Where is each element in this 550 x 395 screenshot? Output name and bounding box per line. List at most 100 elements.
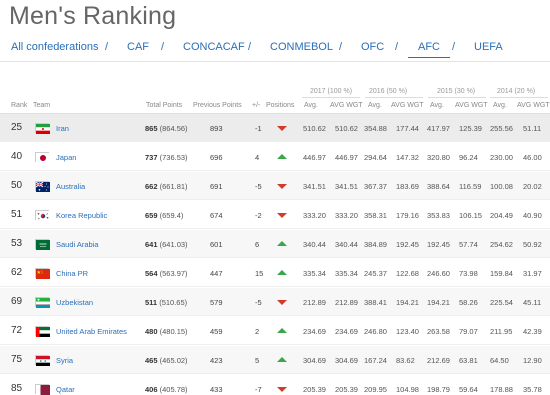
header-2017-avg: Avg. <box>304 102 318 109</box>
tab-all-confederations[interactable]: All confederations <box>11 41 98 53</box>
avg-wgt-2017-cell: 341.51 <box>335 182 358 191</box>
avg-2017-cell: 335.34 <box>303 269 326 278</box>
team-link[interactable]: Iran <box>56 124 69 133</box>
header-2014-avg-wgt: AVG WGT <box>517 102 550 109</box>
total-points-exact: (641.03) <box>159 240 188 249</box>
plus-minus-cell: -7 <box>255 385 262 394</box>
avg-wgt-2016-cell: 104.98 <box>396 385 419 394</box>
avg-2014-cell: 159.84 <box>490 269 513 278</box>
avg-wgt-2014-cell: 50.92 <box>523 240 542 249</box>
tab-afc[interactable]: AFC <box>408 41 450 58</box>
avg-wgt-2014-cell: 45.11 <box>523 298 542 307</box>
year-2015-underline <box>428 97 486 98</box>
arrow-up-icon <box>277 241 287 246</box>
header-plus-minus: +/- <box>252 102 261 109</box>
total-points-value: 480 <box>145 327 158 336</box>
previous-points-cell: 579 <box>210 298 223 307</box>
avg-2015-cell: 194.21 <box>427 298 450 307</box>
rank-cell: 51 <box>11 209 23 220</box>
rank-cell: 53 <box>11 238 23 249</box>
team-link[interactable]: Uzbekistan <box>56 298 93 307</box>
plus-minus-cell: 4 <box>255 153 260 162</box>
total-points-value: 662 <box>145 182 158 191</box>
avg-wgt-2016-cell: 177.44 <box>396 124 419 133</box>
avg-wgt-2015-cell: 106.15 <box>459 211 482 220</box>
avg-2015-cell: 212.69 <box>427 356 450 365</box>
total-points-value: 737 <box>145 153 158 162</box>
nav-separator: / <box>395 41 399 53</box>
table-row: 62 China PR 564 (563.97) 447 15 335.34 335.34 2… <box>0 259 550 287</box>
rank-cell: 75 <box>11 354 23 365</box>
avg-2014-cell: 178.88 <box>490 385 513 394</box>
total-points-value: 865 <box>145 124 158 133</box>
avg-wgt-2017-cell: 205.39 <box>335 385 358 394</box>
avg-2014-cell: 204.49 <box>490 211 513 220</box>
total-points-value: 659 <box>145 211 158 220</box>
team-link[interactable]: Qatar <box>56 385 75 394</box>
header-2016-avg: Avg. <box>368 102 382 109</box>
tab-ofc[interactable]: OFC <box>361 41 384 53</box>
confederation-nav: All confederations / CAF / CONCACAF / CO… <box>0 38 550 62</box>
avg-2016-cell: 209.95 <box>364 385 387 394</box>
team-link[interactable]: Japan <box>56 153 76 162</box>
team-link[interactable]: Syria <box>56 356 73 365</box>
header-2015-avg-wgt: AVG WGT <box>455 102 488 109</box>
avg-wgt-2017-cell: 234.69 <box>335 327 358 336</box>
avg-2015-cell: 246.60 <box>427 269 450 278</box>
avg-wgt-2014-cell: 12.90 <box>523 356 542 365</box>
team-link[interactable]: Saudi Arabia <box>56 240 99 249</box>
total-points-exact: (510.65) <box>159 298 188 307</box>
avg-wgt-2016-cell: 147.32 <box>396 153 419 162</box>
avg-wgt-2015-cell: 73.98 <box>459 269 478 278</box>
header-positions: Positions <box>266 102 295 109</box>
avg-wgt-2015-cell: 125.39 <box>459 124 482 133</box>
plus-minus-cell: -5 <box>255 298 262 307</box>
plus-minus-cell: 2 <box>255 327 260 336</box>
header-total-points: Total Points <box>146 102 183 109</box>
avg-2014-cell: 230.00 <box>490 153 513 162</box>
team-link[interactable]: Korea Republic <box>56 211 107 220</box>
avg-2014-cell: 64.50 <box>490 356 509 365</box>
header-2014-avg: Avg. <box>493 102 507 109</box>
year-2015-label: 2015 (30 %) <box>437 88 476 95</box>
previous-points-cell: 423 <box>210 356 223 365</box>
avg-wgt-2016-cell: 83.62 <box>396 356 415 365</box>
uae-flag-icon <box>35 326 50 337</box>
tab-concacaf[interactable]: CONCACAF <box>183 41 245 53</box>
total-points-exact: (661.81) <box>159 182 188 191</box>
table-row: 85 Qatar 406 (405.78) 433 -7 205.39 205.39 209.… <box>0 375 550 395</box>
avg-2016-cell: 167.24 <box>364 356 387 365</box>
previous-points-cell: 447 <box>210 269 223 278</box>
avg-2016-cell: 384.89 <box>364 240 387 249</box>
total-points-cell: 737 (736.53) <box>145 153 188 162</box>
team-link[interactable]: United Arab Emirates <box>56 327 127 336</box>
avg-2017-cell: 333.20 <box>303 211 326 220</box>
column-header-row: Rank Team Total Points Previous Points +… <box>0 102 550 114</box>
total-points-exact: (465.02) <box>159 356 188 365</box>
tab-caf[interactable]: CAF <box>127 41 149 53</box>
arrow-down-icon <box>277 300 287 305</box>
rank-cell: 72 <box>11 325 23 336</box>
team-link[interactable]: Australia <box>56 182 85 191</box>
plus-minus-cell: 15 <box>255 269 264 278</box>
year-2016-underline <box>365 97 423 98</box>
avg-2016-cell: 245.37 <box>364 269 387 278</box>
avg-2017-cell: 510.62 <box>303 124 326 133</box>
year-group-header: 2017 (100 %) 2016 (50 %) 2015 (30 %) 201… <box>0 88 550 100</box>
plus-minus-cell: 6 <box>255 240 260 249</box>
tab-conmebol[interactable]: CONMEBOL <box>270 41 333 53</box>
avg-2015-cell: 198.79 <box>427 385 450 394</box>
tab-uefa[interactable]: UEFA <box>474 41 503 53</box>
rank-cell: 62 <box>11 267 23 278</box>
total-points-exact: (405.78) <box>159 385 188 394</box>
avg-2017-cell: 341.51 <box>303 182 326 191</box>
header-2015-avg: Avg. <box>430 102 444 109</box>
total-points-exact: (563.97) <box>159 269 188 278</box>
saudi-flag-icon <box>35 239 50 250</box>
avg-wgt-2015-cell: 116.59 <box>459 182 482 191</box>
qatar-flag-icon <box>35 384 50 395</box>
avg-2016-cell: 358.31 <box>364 211 387 220</box>
previous-points-cell: 893 <box>210 124 223 133</box>
team-link[interactable]: China PR <box>56 269 88 278</box>
previous-points-cell: 674 <box>210 211 223 220</box>
